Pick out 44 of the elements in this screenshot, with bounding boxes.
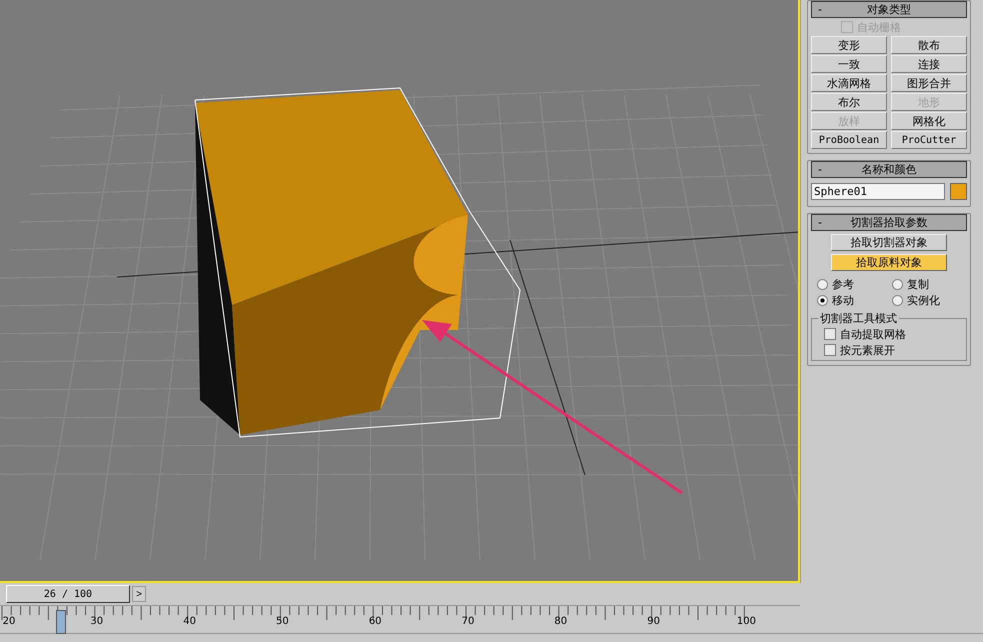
radio-button[interactable] — [817, 278, 828, 290]
frame-counter[interactable]: 26 / 100 — [6, 585, 130, 603]
frame-number: 80 — [554, 616, 568, 627]
checkbox[interactable] — [824, 344, 836, 356]
object-type-button[interactable]: 图形合并 — [891, 74, 967, 92]
rollout-header[interactable]: - 对象类型 — [811, 1, 967, 18]
frame-number: 30 — [90, 616, 104, 627]
color-swatch[interactable] — [950, 183, 967, 200]
track-bar[interactable]: 20 30 40 50 60 70 80 90 100 — [0, 605, 800, 633]
radio-label: 移动 — [832, 292, 854, 308]
object-type-button[interactable]: 网格化 — [891, 112, 967, 130]
object-type-button[interactable]: 一致 — [811, 55, 887, 73]
name-field[interactable]: Sphere01 — [811, 183, 945, 200]
next-frame-button[interactable]: > — [132, 586, 146, 602]
frame-number: 60 — [368, 616, 382, 627]
frame-number: 40 — [183, 616, 196, 627]
object-type-button[interactable]: 水滴网格 — [811, 74, 887, 92]
checkbox-label: 自动提取网格 — [840, 326, 906, 342]
rollout-header[interactable]: - 切割器拾取参数 — [811, 214, 967, 231]
viewport[interactable] — [0, 0, 800, 583]
radio-button[interactable] — [817, 294, 828, 306]
radio-label: 参考 — [832, 276, 854, 292]
checkbox[interactable] — [824, 328, 836, 340]
radio-label: 复制 — [907, 276, 929, 292]
frame-number: 50 — [276, 616, 289, 627]
object-type-button[interactable]: 布尔 — [811, 93, 887, 111]
frame-marker[interactable] — [56, 610, 66, 634]
object-type-button[interactable]: 变形 — [811, 36, 887, 54]
radio-button[interactable] — [892, 294, 903, 306]
pick-button[interactable]: 拾取切割器对象 — [831, 234, 947, 251]
radio-button[interactable] — [892, 278, 903, 290]
object-type-button[interactable]: ProBoolean — [811, 131, 887, 149]
object-type-button[interactable]: 连接 — [891, 55, 967, 73]
object-type-button[interactable]: ProCutter — [891, 131, 967, 149]
rollout-header[interactable]: - 名称和颜色 — [811, 161, 967, 178]
group-title: 切割器工具模式 — [819, 311, 898, 326]
frame-number: 90 — [647, 616, 660, 627]
radio-label: 实例化 — [907, 292, 940, 308]
frame-number: 70 — [462, 616, 474, 627]
frame-number: 20 — [2, 616, 16, 627]
checkbox-label: 按元素展开 — [840, 342, 895, 358]
frame-number: 100 — [736, 616, 756, 627]
object-type-button[interactable]: 散布 — [891, 36, 967, 54]
pick-button[interactable]: 拾取原料对象 — [831, 254, 947, 271]
